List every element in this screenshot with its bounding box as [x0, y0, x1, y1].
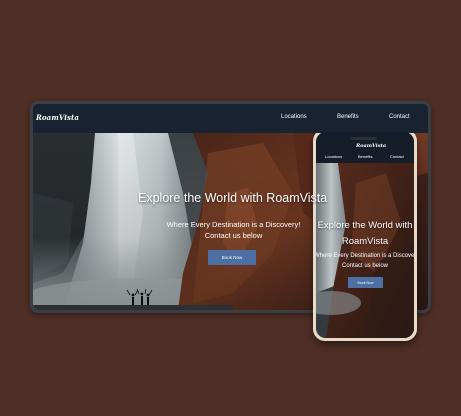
phone-waterfall-image [316, 163, 414, 338]
desktop-hero-title: Explore the World with RoamVista [138, 191, 328, 205]
phone-notch [351, 137, 377, 140]
desktop-logo[interactable]: RoamVista [36, 113, 79, 122]
phone-book-now-button[interactable]: Book Now [348, 277, 383, 288]
nav-link-locations[interactable]: Locations [281, 114, 307, 120]
phone-logo[interactable]: RoamVista [356, 143, 386, 149]
phone-screen: RoamVista Locations Benefits Contact Exp… [316, 132, 414, 338]
phone-hero-title: Explore the World with RoamVista [316, 218, 414, 250]
phone-hero [316, 163, 414, 338]
desktop-hero-subtitle: Where Every Destination is a Discovery! … [161, 219, 306, 241]
desktop-book-now-button[interactable]: Book Now [208, 250, 256, 265]
phone-title-line2: RoamVista [341, 236, 389, 247]
phone-nav-link-benefits[interactable]: Benefits [358, 154, 372, 159]
desktop-subtitle-line1: Where Every Destination is a Discovery! [166, 220, 301, 229]
desktop-subtitle-line2: Contact us below [204, 231, 263, 240]
nav-link-benefits[interactable]: Benefits [337, 114, 359, 120]
desktop-navbar: RoamVista Locations Benefits Contact [33, 104, 428, 133]
phone-subtitle-line2: Contact us below [341, 262, 389, 269]
phone-title-line1: Explore the World with [317, 220, 413, 231]
phone-nav-link-contact[interactable]: Contact [390, 154, 404, 159]
phone-subtitle-line1: Where Every Destination is a Discovery! [316, 253, 414, 259]
phone-nav-link-locations[interactable]: Locations [325, 154, 342, 159]
phone-mockup: RoamVista Locations Benefits Contact Exp… [313, 129, 417, 341]
phone-hero-subtitle: Where Every Destination is a Discovery! … [316, 252, 414, 271]
nav-link-contact[interactable]: Contact [389, 114, 410, 120]
